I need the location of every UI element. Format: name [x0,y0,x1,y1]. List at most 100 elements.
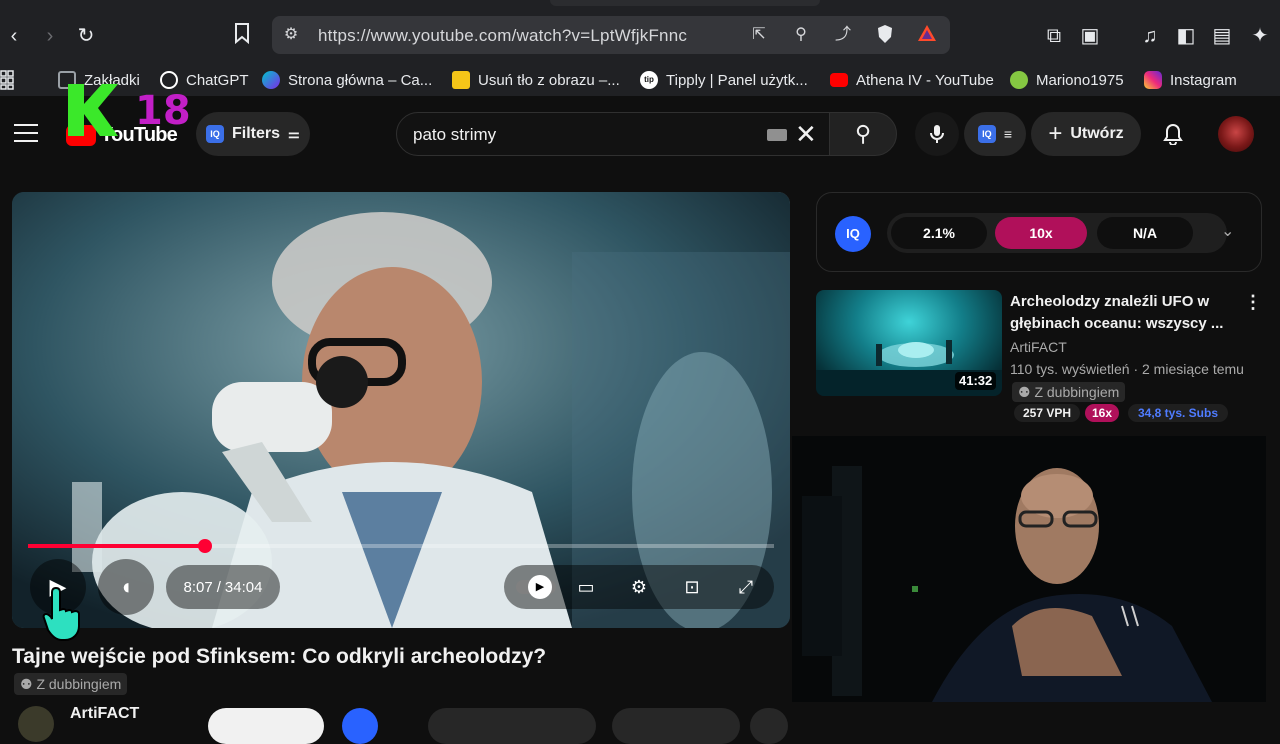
chatgpt-icon [160,71,178,89]
brave-rewards-icon[interactable] [916,24,938,46]
iq-badge-icon: IQ [206,125,224,143]
subtitles-icon[interactable]: ▭ [572,575,600,599]
progress-scrubber[interactable] [197,539,212,553]
webcam-overlay [792,436,1266,702]
share-button[interactable] [612,708,740,744]
recommended-channel[interactable]: ArtiFACT [1010,339,1067,355]
bookmark-item-chatgpt[interactable]: ChatGPT [160,70,249,90]
dubbing-label: Z dubbingiem [36,676,122,692]
canva-icon [262,71,280,89]
zoom-icon[interactable]: ⚲ [790,24,812,46]
reload-icon[interactable]: ↻ [72,22,100,50]
bookmark-item-canva[interactable]: Strona główna – Ca... [262,70,432,90]
tab-strip-edge [550,0,820,6]
bookmark-item-tipply[interactable]: tip Tipply | Panel użytk... [640,70,808,90]
dubbing-icon: ⚉ [1018,384,1035,400]
instagram-icon [1144,71,1162,89]
filters-label: Filters [232,125,281,142]
iq-badge-icon: IQ [977,125,996,143]
iq-metric-engagement: 2.1% [891,217,987,249]
volume-button[interactable]: ◖ [98,559,154,615]
browser-toolbar: ‹ › ↻ ⚙ https://www.youtube.com/watch?v=… [0,0,1280,62]
k18-logo-icon [66,82,118,138]
notifications-bell-icon[interactable] [1156,116,1190,152]
recommended-title[interactable]: Archeolodzy znaleźli UFO w głębinach oce… [1010,291,1240,335]
channel-avatar[interactable] [18,706,54,742]
voice-search-button[interactable] [915,112,959,156]
iq-action-button[interactable] [342,708,378,744]
current-time: 8:07 [183,578,213,596]
create-label: Utwórz [1070,125,1124,142]
brave-shield-icon[interactable] [874,24,896,46]
user-avatar[interactable] [1218,116,1254,152]
hand-cursor-icon [42,584,86,644]
search-button[interactable]: ⚲ [829,112,897,156]
iq-logo-icon: IQ [835,216,871,252]
search-input[interactable]: pato strimy ✕ [396,112,830,156]
dubbing-label: Z dubbingiem [1034,384,1120,400]
recommended-dubbing-badge: ⚉ Z dubbingiem [1012,382,1126,402]
extensions-icon[interactable]: ⧉ [1040,22,1068,50]
bookmark-page-icon[interactable] [228,22,256,50]
more-vert-icon[interactable]: ⋮ [1244,292,1262,313]
dubbing-icon: ⚉ [20,676,37,692]
iq-stats-panel: IQ 2.1% 10x N/A ⌄ [816,192,1262,272]
time-display: 8:07 / 34:04 [166,565,280,609]
search-query[interactable]: pato strimy [413,125,496,145]
settings-gear-icon[interactable]: ⚙ [625,575,653,599]
media-icon[interactable]: ♫ [1136,22,1164,50]
menu-icon[interactable] [14,124,38,142]
site-settings-icon[interactable]: ⚙ [280,24,302,46]
iq-menu-button[interactable]: IQ ≡ [964,112,1026,156]
bookmark-label: Marionо1975 [1036,71,1124,89]
bookmark-item-instagram[interactable]: Instagram [1144,70,1237,90]
ai-sparkle-icon[interactable]: ✦ [1246,22,1274,50]
url-text[interactable]: https://www.youtube.com/watch?v=LptWfjkF… [318,26,687,46]
clear-search-icon[interactable]: ✕ [795,121,817,147]
bookmark-label: ChatGPT [186,71,249,89]
like-dislike-button[interactable] [428,708,596,744]
time-separator: / [216,578,221,596]
bookmark-label: Usuń tło z obrazu –... [478,71,620,89]
bookmark-item-mariono[interactable]: Marionо1975 [1010,70,1124,90]
sliders-icon: ⚌ [288,126,300,141]
subs-badge: 34,8 tys. Subs [1128,404,1228,422]
recommended-meta: 110 tys. wyświetleń · 2 miesiące temu [1010,361,1244,377]
video-player[interactable]: ▶ ◖ 8:07 / 34:04 ▶ ▭ ⚙ ⊡ ⤢ [12,192,790,628]
create-button[interactable]: + Utwórz [1031,112,1141,156]
reader-icon[interactable]: ▣ [1076,22,1104,50]
bookmark-item-removebg[interactable]: Usuń tło z obrazu –... [452,70,620,90]
forward-icon[interactable]: › [36,22,64,50]
bookmark-label: Strona główna – Ca... [288,71,433,89]
open-external-icon[interactable]: ⇱ [748,24,770,46]
rumble-icon [1010,71,1028,89]
bookmark-item-athena[interactable]: Athena IV - YouTube [830,70,994,90]
progress-bar-fill [28,544,205,548]
recommended-duration: 41:32 [955,372,997,390]
channel-name[interactable]: ArtiFACT [70,705,139,723]
tipply-icon: tip [640,71,658,89]
bookmark-label: Instagram [1170,71,1237,89]
multiplier-badge: 16x [1085,404,1119,422]
chevron-down-icon[interactable]: ⌄ [1221,221,1234,241]
vph-badge: 257 VPH [1014,404,1080,422]
address-bar[interactable]: ⚙ https://www.youtube.com/watch?v=LptWfj… [272,16,950,54]
iq-metric-multiplier: 10x [995,217,1087,249]
sidebar-icon[interactable]: ◧ [1172,22,1200,50]
bookmarks-bar: Zakładki ChatGPT Strona główna – Ca... U… [0,62,1280,96]
subscribe-button[interactable] [208,708,324,744]
miniplayer-icon[interactable]: ⊡ [678,575,706,599]
k18-logo-number: 18 [135,88,191,134]
iq-metric-na: N/A [1097,217,1193,249]
keyboard-icon[interactable] [767,129,787,141]
share-icon[interactable]: ⤴ [832,24,854,46]
bookmark-label: Tipply | Panel użytk... [666,71,808,89]
bookmark-label: Athena IV - YouTube [856,71,994,89]
apps-grid-icon[interactable] [0,70,20,90]
channel-row: ArtiFACT [12,700,792,744]
filters-button[interactable]: IQ Filters ⚌ [196,112,310,156]
wallet-icon[interactable]: ▤ [1208,22,1236,50]
fullscreen-icon[interactable]: ⤢ [732,575,760,599]
back-icon[interactable]: ‹ [0,22,28,50]
more-actions-button[interactable] [750,708,788,744]
